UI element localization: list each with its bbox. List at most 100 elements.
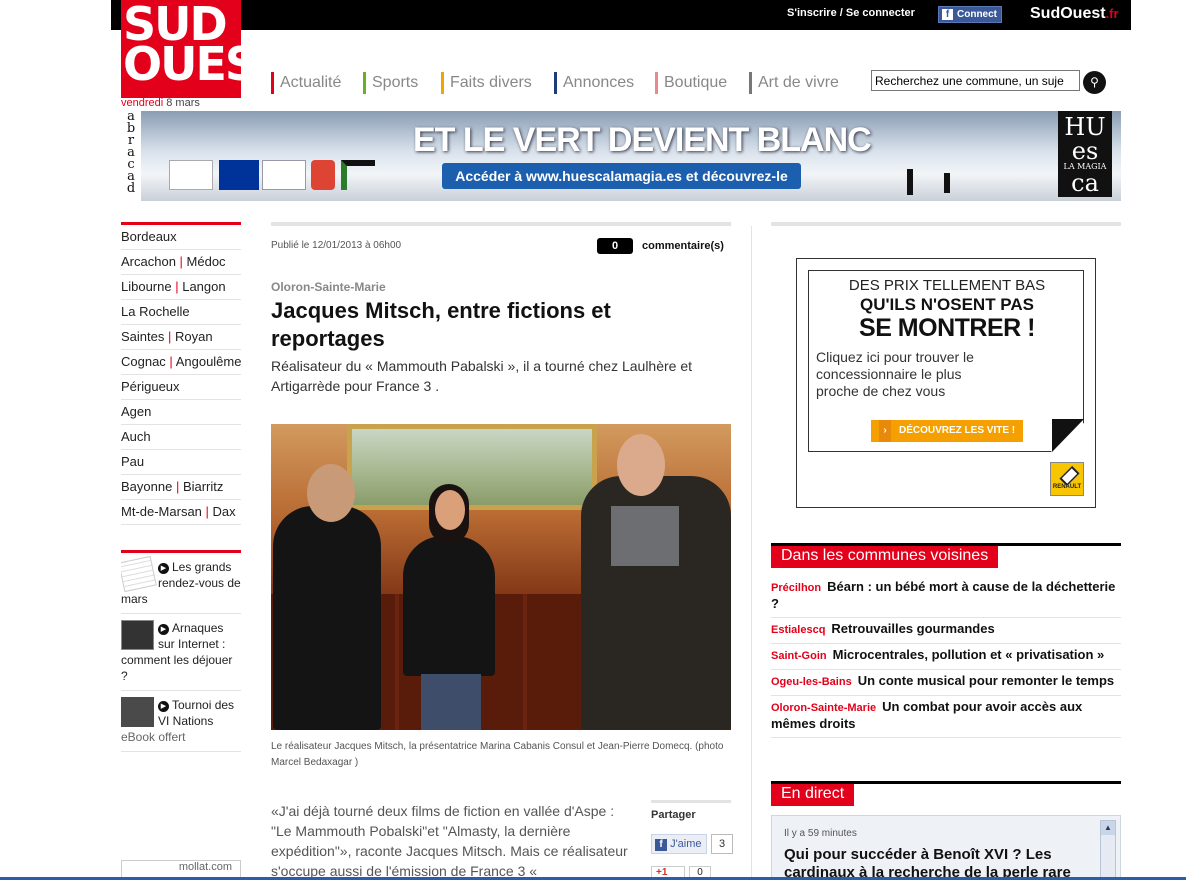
sidebar-town-link[interactable]: Cognac [121,354,166,369]
huesca-bot: ca [1071,169,1099,197]
sidebar-town-link[interactable]: Médoc [187,254,226,269]
sidebar-town-link[interactable]: Périgueux [121,379,180,394]
play-icon: ▶ [158,701,169,712]
facebook-connect-button[interactable]: f Connect [938,6,1002,23]
promo-item[interactable]: ▶ Arnaques sur Internet : comment les déj… [121,614,241,691]
date-day: vendredi [121,97,164,109]
promo-title: Tournoi des VI Nations [158,698,235,728]
promo-item[interactable]: ▶ Tournoi des VI Nations eBook offert [121,691,241,752]
comments-link[interactable]: commentaire(s) [642,240,724,252]
nearby-town[interactable]: Estialescq [771,624,825,636]
sidebar-town-link[interactable]: Auch [121,429,151,444]
banner-headline: ET LE VERT DEVIENT BLANC [413,121,872,159]
nearby-town[interactable]: Oloron-Sainte-Marie [771,702,876,714]
landscape-painting [347,424,597,510]
article-standfirst: Réalisateur du « Mammouth Pabalski », il… [271,358,693,394]
banner-abracadabra: a b r a c a d [121,111,141,201]
huesca-mid: es [1071,137,1099,165]
brand-link[interactable]: SudOuest.fr [1030,5,1119,23]
person-marina-cabanis [403,536,495,676]
sidebar-town-row: Pau [121,450,241,475]
renault-ad[interactable]: DES PRIX TELLEMENT BAS QU'ILS N'OSENT PA… [796,258,1096,508]
nearby-headline[interactable]: Microcentrales, pollution et « privatisa… [833,647,1105,662]
current-date: vendredi 8 mars [121,97,200,109]
sidebar-town-link[interactable]: Biarritz [183,479,223,494]
sidebar-town-link[interactable]: Royan [175,329,213,344]
sidebar-town-link[interactable]: Bordeaux [121,229,177,244]
nav-boutique[interactable]: Boutique [655,72,727,94]
banner-cta-button[interactable]: Accéder à www.huescalamagia.es et découv… [442,163,801,189]
nearby-town[interactable]: Saint-Goin [771,650,827,662]
sidebar-town-link[interactable]: Dax [213,504,236,519]
sidebar-town-link[interactable]: Agen [121,404,151,419]
abra-letter: d [126,181,136,196]
town-separator: | [175,254,187,269]
comment-count-badge[interactable]: 0 [597,238,633,254]
sidebar-town-link[interactable]: Arcachon [121,254,176,269]
nearby-headline[interactable]: Retrouvailles gourmandes [831,621,994,636]
nearby-header: Dans les communes voisines [771,543,1121,568]
sidebar-town-link[interactable]: Mt-de-Marsan [121,504,202,519]
newspaper-icon [121,620,154,650]
sidebar-town-link[interactable]: La Rochelle [121,304,190,319]
nearby-town[interactable]: Ogeu-les-Bains [771,676,852,688]
ad-discover-button[interactable]: › DÉCOUVREZ LES VITE ! [871,420,1023,442]
nav-art-de-vivre[interactable]: Art de vivre [749,72,839,94]
promo-item[interactable]: ▶ Les grands rendez-vous de mars [121,553,241,614]
nav-label: Boutique [664,74,728,91]
sidebar-town-link[interactable]: Pau [121,454,144,469]
article-photo[interactable] [271,424,731,730]
sidebar-town-row: Auch [121,425,241,450]
skier-figure [944,173,950,193]
huesca-logo: HU es LA MAGIA ca [1058,111,1112,197]
site-logo[interactable]: SUD OUEST [121,0,287,98]
sidebar-town-row: Saintes | Royan [121,325,241,350]
published-date: Publié le 12/01/2013 à 06h00 [271,240,402,251]
article-top-rule [271,222,731,226]
town-separator: | [172,479,183,494]
signup-link[interactable]: S'inscrire / Se connecter [787,7,915,19]
article-location[interactable]: Oloron-Sainte-Marie [271,280,386,294]
sidebar-town-link[interactable]: Saintes [121,329,164,344]
ad-line-3: SE MONTRER ! [859,314,1035,342]
eu-fund-logo-icon [262,160,306,190]
live-headline[interactable]: Qui pour succéder à Benoît XVI ? Les car… [784,846,1084,879]
sidebar-town-row: Libourne | Langon [121,275,241,300]
sidebar-town-link[interactable]: Bayonne [121,479,172,494]
town-separator: | [165,354,176,369]
nav-faits-divers[interactable]: Faits divers [441,72,532,94]
nav-annonces[interactable]: Annonces [554,72,634,94]
folded-corner [1052,419,1084,452]
live-scrollbar[interactable]: ▲ [1100,820,1116,878]
sidebar-town-link[interactable]: Angoulême [176,354,242,369]
nearby-item[interactable]: Ogeu-les-Bains Un conte musical pour remo… [771,670,1121,696]
live-feed[interactable]: Il y a 59 minutes Qui pour succéder à Be… [771,815,1121,880]
huesca-banner-ad[interactable]: a b r a c a d ET LE VERT DEVIENT BLANC A… [121,111,1121,201]
sidebar-town-row: Périgueux [121,375,241,400]
crest-icon [311,160,335,190]
nav-label: Sports [372,74,419,91]
sidebar-town-link[interactable]: Langon [182,279,225,294]
nearby-item[interactable]: Oloron-Sainte-Marie Un combat pour avoir … [771,696,1121,738]
like-count: 3 [711,834,733,854]
scroll-up-icon[interactable]: ▲ [1101,821,1115,835]
face [435,490,465,530]
brand-name: SudOuest [1030,5,1106,22]
search-icon[interactable]: ⚲ [1083,71,1106,94]
sidebar-town-row: Cognac | Angoulême [121,350,241,375]
search-input[interactable] [871,70,1080,91]
sidebar-town-link[interactable]: Libourne [121,279,172,294]
renault-logo-icon: RENAULT [1050,462,1084,496]
nearby-headline[interactable]: Béarn : un bébé mort à cause de la déche… [771,579,1115,611]
nav-sports[interactable]: Sports [363,72,418,94]
facebook-like-button[interactable]: f J'aime [651,834,707,854]
nearby-town[interactable]: Précilhon [771,582,821,594]
face [617,434,665,496]
nav-actualite[interactable]: Actualité [271,72,341,94]
play-icon: ▶ [158,624,169,635]
nearby-item[interactable]: Précilhon Béarn : un bébé mort à cause de… [771,576,1121,618]
logo-line-2: OUEST [123,37,287,91]
nearby-headline[interactable]: Un conte musical pour remonter le temps [858,673,1114,688]
nearby-item[interactable]: Estialescq Retrouvailles gourmandes [771,618,1121,644]
nearby-item[interactable]: Saint-Goin Microcentrales, pollution et «… [771,644,1121,670]
